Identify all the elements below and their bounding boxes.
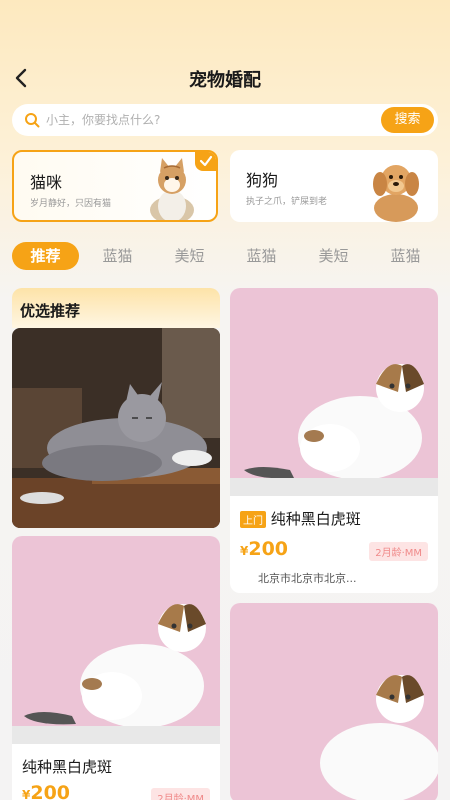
age-badge: 2月龄·MM [151, 788, 210, 800]
pet-card[interactable]: 纯种黑白虎斑 ¥200 2月龄·MM [12, 536, 220, 800]
category-subtitle: 岁月静好，只因有猫 [30, 199, 112, 209]
pet-price: ¥200 [22, 782, 70, 800]
pet-name: 纯种黑白虎斑 [22, 758, 113, 776]
price-value: 200 [248, 538, 289, 560]
tab-blue-cat[interactable]: 蓝猫 [234, 242, 289, 270]
page-title: 宠物婚配 [189, 70, 261, 91]
recommend-header: 优选推荐 [12, 288, 220, 328]
recommend-photo[interactable] [12, 328, 220, 528]
tab-blue-cat[interactable]: 蓝猫 [378, 242, 433, 270]
search-button[interactable]: 搜索 [381, 107, 434, 133]
search-bar: 搜索 [12, 104, 438, 136]
pet-card[interactable]: 上门 纯种黑白虎斑 ¥200 2月龄·MM 北京市北京市北京... [230, 288, 438, 593]
tab-american-shorthair[interactable]: 美短 [162, 242, 217, 270]
tab-blue-cat[interactable]: 蓝猫 [90, 242, 145, 270]
pet-photo [12, 536, 220, 744]
search-input[interactable] [46, 108, 346, 132]
selected-check-icon [195, 152, 216, 171]
header: 宠物婚配 [0, 60, 450, 96]
category-subtitle: 执子之爪，铲屎到老 [246, 197, 328, 207]
pet-price: ¥200 [240, 538, 288, 560]
age-badge: 2月龄·MM [369, 542, 428, 561]
price-value: 200 [30, 782, 71, 800]
pet-address: 北京市北京市北京... [258, 572, 357, 585]
recommend-label: 优选推荐 [20, 302, 81, 320]
tab-american-shorthair[interactable]: 美短 [306, 242, 361, 270]
category-card-cat[interactable]: 猫咪 岁月静好，只因有猫 [12, 150, 218, 222]
pet-photo [230, 603, 438, 800]
pet-photo [230, 288, 438, 496]
dog-image [373, 165, 419, 222]
pet-card[interactable] [230, 603, 438, 800]
category-card-dog[interactable]: 狗狗 执子之爪，铲屎到老 [230, 150, 438, 222]
visit-tag: 上门 [240, 511, 266, 528]
tab-bar: 推荐 蓝猫 美短 蓝猫 美短 蓝猫 [12, 242, 438, 270]
search-icon [25, 113, 40, 128]
pet-name: 纯种黑白虎斑 [270, 510, 361, 528]
category-title: 狗狗 [246, 171, 279, 190]
tab-recommend[interactable]: 推荐 [12, 242, 79, 270]
category-title: 猫咪 [30, 173, 63, 192]
sleeping-cat-image [12, 328, 220, 528]
pet-title: 上门 纯种黑白虎斑 [240, 508, 361, 529]
